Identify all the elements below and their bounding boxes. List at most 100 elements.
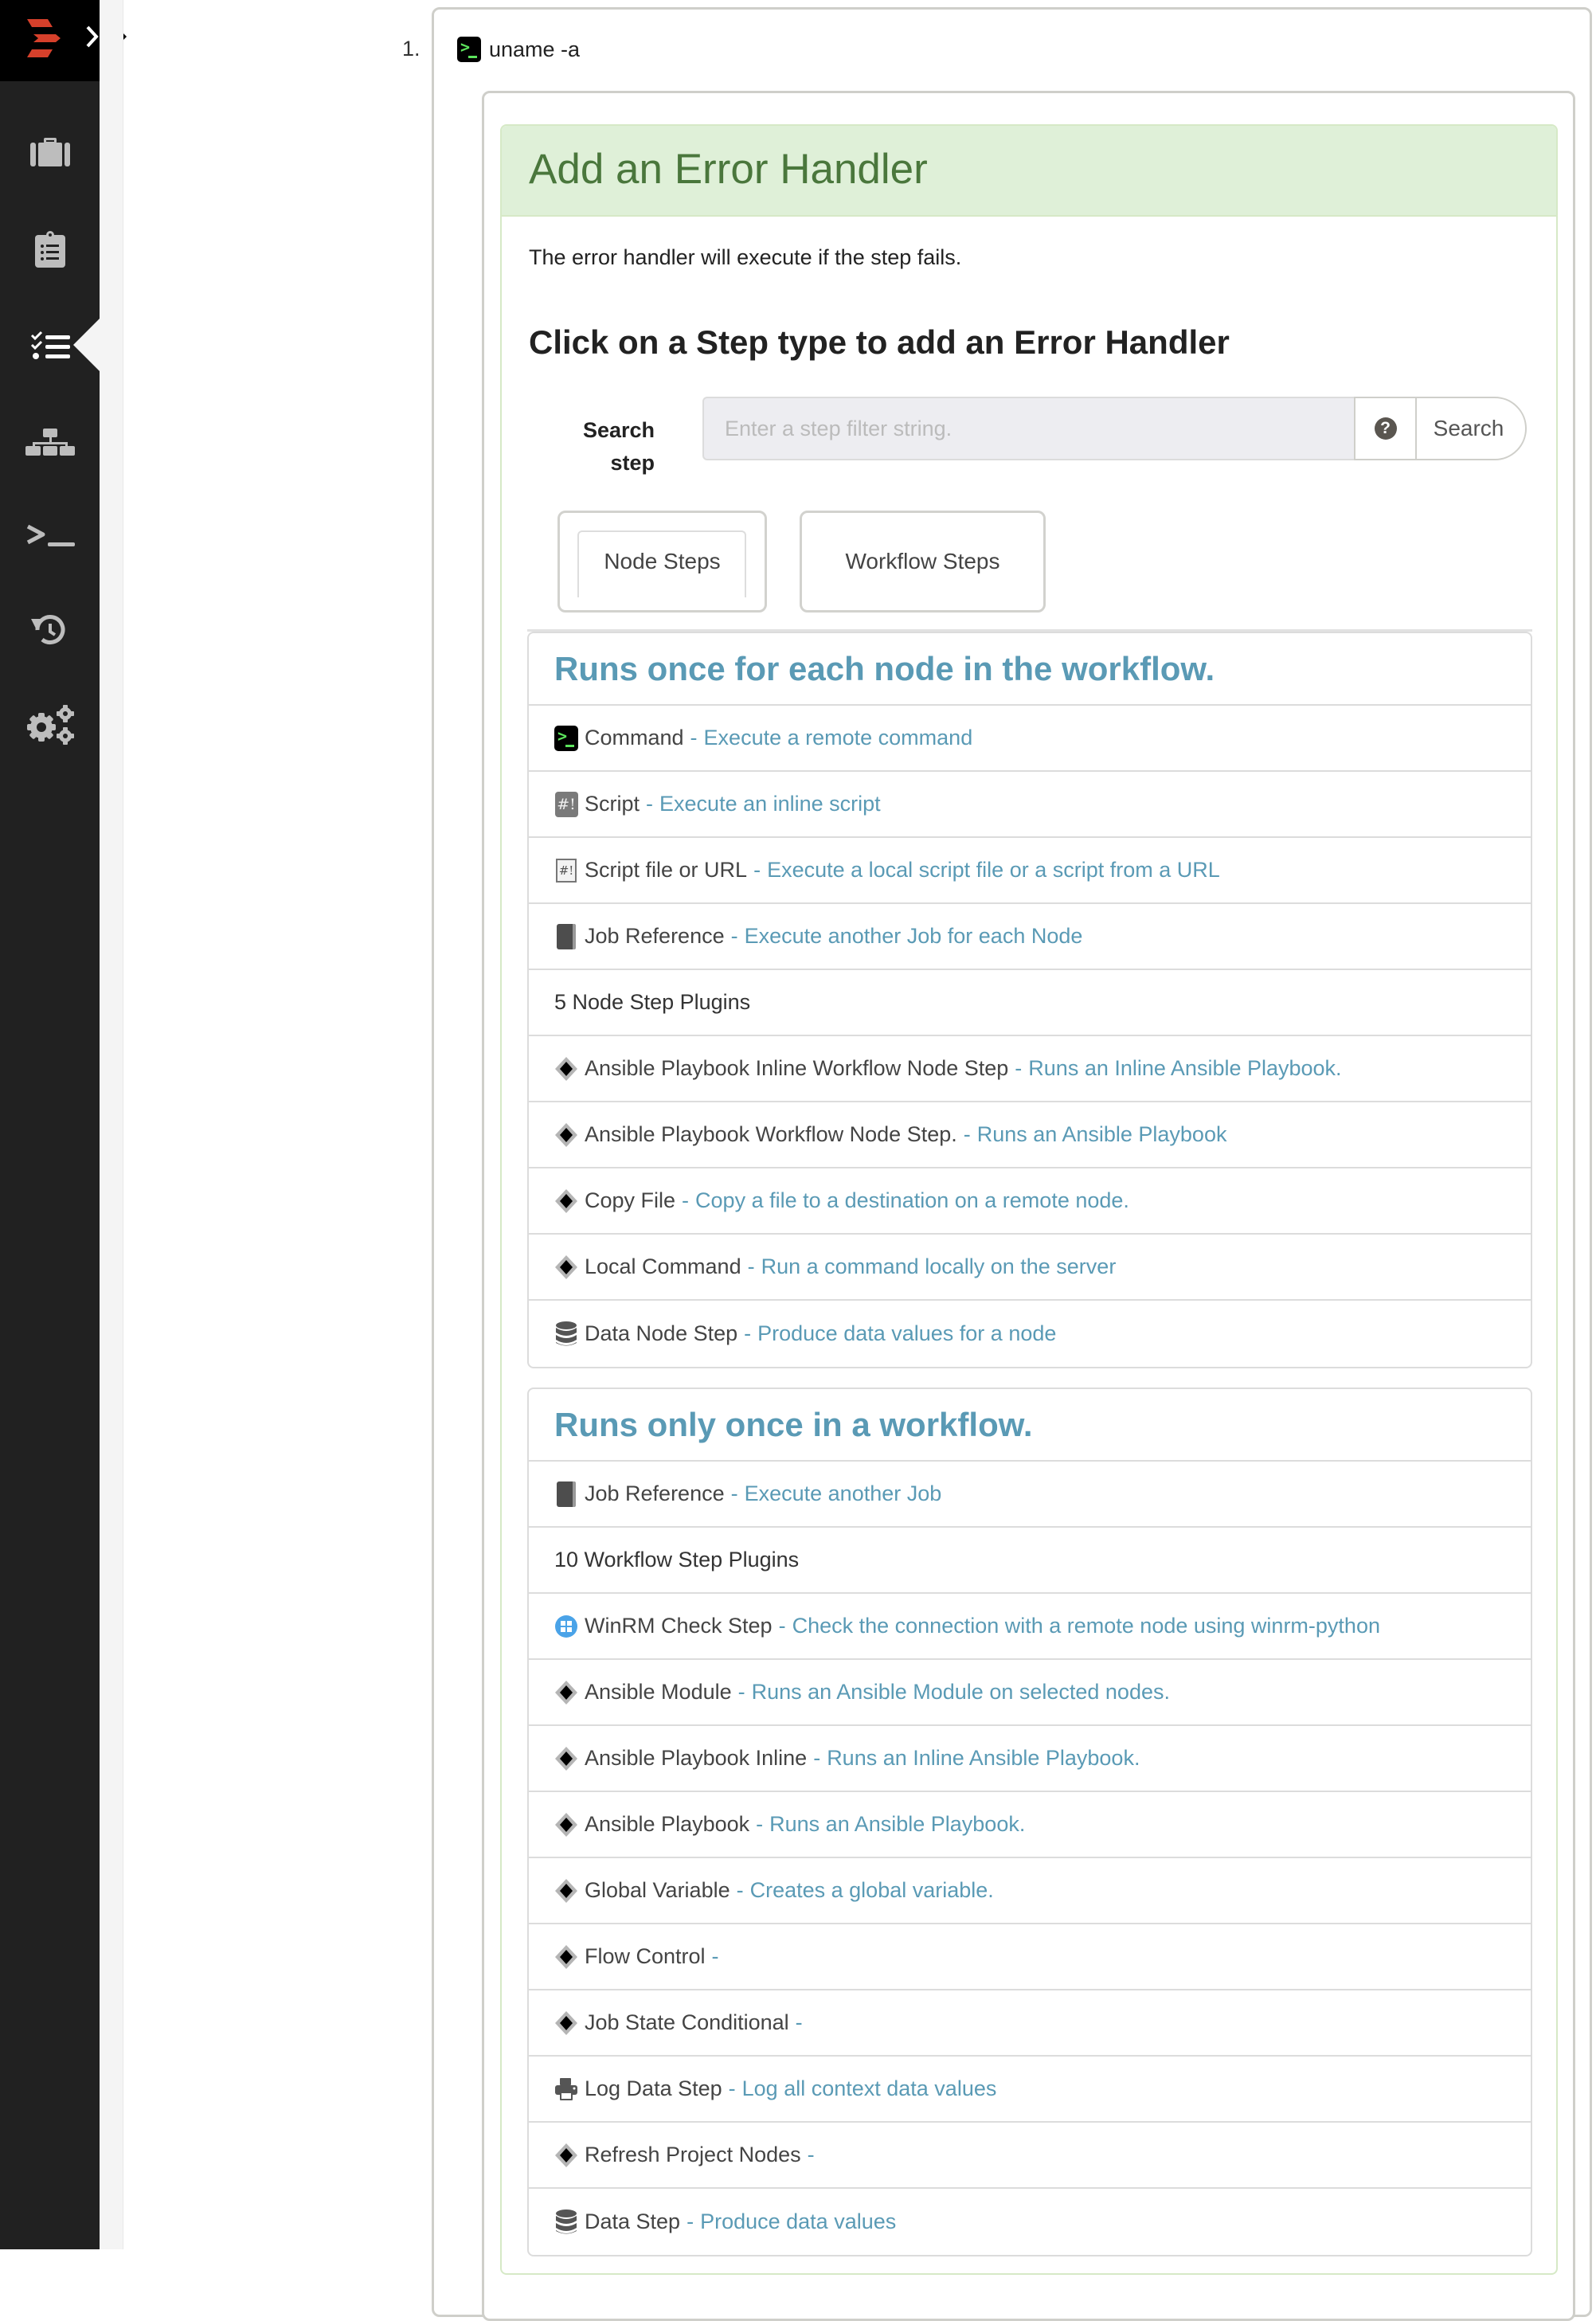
step-type-item[interactable]: Ansible Playbook Workflow Node Step. - Run… (529, 1102, 1531, 1168)
step-type-name: Ansible Playbook Inline Workflow Node St… (585, 1056, 1009, 1080)
plugin-diamond-icon (554, 1122, 578, 1148)
step-type-item[interactable]: Ansible Playbook Inline Workflow Node St… (529, 1036, 1531, 1102)
sidebar-item-settings[interactable] (0, 685, 100, 765)
step-type-item[interactable]: WinRM Check Step - Check the connection wi… (529, 1594, 1531, 1660)
plugin-diamond-icon (554, 1056, 578, 1082)
separator: - (963, 1122, 971, 1146)
tab-label: Node Steps (604, 549, 721, 573)
step-type-item[interactable]: Ansible Module - Runs an Ansible Module on… (529, 1660, 1531, 1726)
search-button[interactable]: Search (1415, 397, 1527, 460)
step-type-description: Execute an inline script (659, 792, 881, 816)
separator: - (730, 1481, 738, 1505)
step-type-item[interactable]: #! Script - Execute an inline script (529, 772, 1531, 838)
tab-label: Workflow Steps (845, 549, 1000, 573)
step-type-item[interactable]: Data Step - Produce data values (529, 2189, 1531, 2255)
separator: - (728, 2076, 736, 2100)
script-icon: #! (554, 791, 578, 817)
plugin-diamond-icon (554, 1254, 578, 1280)
step-type-item[interactable]: Job Reference - Execute another Job for ea… (529, 904, 1531, 970)
separator: - (778, 1614, 786, 1638)
sitemap-icon (25, 429, 75, 456)
step-type-item[interactable]: Refresh Project Nodes - (529, 2123, 1531, 2189)
step-command: uname -a (489, 37, 581, 61)
step-type-name: Global Variable (585, 1878, 730, 1902)
sidebar-item-activity[interactable] (0, 209, 100, 289)
clipboard-list-icon (34, 231, 65, 268)
step-type-name: WinRM Check Step (585, 1614, 773, 1638)
step-type-item[interactable]: Global Variable - Creates a global variabl… (529, 1858, 1531, 1924)
step-type-name: Job Reference (585, 1481, 725, 1505)
chevron-right-icon (86, 25, 99, 48)
step-type-name: Flow Control (585, 1944, 706, 1968)
sidebar-item-commands[interactable] (0, 496, 100, 576)
tab-workflow-steps[interactable]: Workflow Steps (800, 511, 1046, 613)
step-type-name: Local Command (585, 1254, 741, 1278)
terminal-icon: > (554, 725, 578, 751)
gears-icon (26, 705, 74, 745)
step-type-description: Execute another Job for each Node (744, 924, 1083, 948)
tasks-checklist-icon (30, 331, 70, 359)
plugin-diamond-icon (554, 1944, 578, 1970)
workflow-steps-panel: Runs only once in a workflow. Job Refere… (527, 1388, 1532, 2256)
question-circle-icon: ? (1374, 417, 1397, 440)
step-type-name: Data Node Step (585, 1321, 738, 1345)
content-gutter (100, 0, 123, 2249)
print-icon (554, 2076, 578, 2102)
panel-heading: Runs only once in a workflow. (529, 1389, 1531, 1462)
step-type-name: Refresh Project Nodes (585, 2143, 801, 2166)
sidebar-item-history[interactable] (0, 590, 100, 670)
section-heading: Click on a Step type to add an Error Han… (529, 323, 1230, 361)
step-type-name: 5 Node Step Plugins (554, 990, 751, 1014)
step-type-name: Ansible Module (585, 1680, 732, 1704)
step-type-item[interactable]: Job Reference - Execute another Job (529, 1462, 1531, 1528)
tab-node-steps[interactable]: Node Steps (557, 511, 767, 613)
workflow-step-title[interactable]: > uname -a (457, 37, 580, 62)
sidebar-item-jobs[interactable] (0, 114, 100, 194)
briefcase-icon (29, 138, 70, 166)
node-steps-heading: Runs once for each node in the workflow. (554, 649, 1215, 687)
step-type-name: Job Reference (585, 924, 725, 948)
step-type-name: Script (585, 792, 640, 816)
plugin-diamond-icon (554, 1812, 578, 1838)
sidebar (0, 0, 127, 2249)
step-type-item[interactable]: Job State Conditional - (529, 1990, 1531, 2057)
separator: - (813, 1746, 821, 1770)
step-type-name: Job State Conditional (585, 2010, 789, 2034)
separator: - (744, 1321, 752, 1345)
step-type-name: Data Step (585, 2209, 681, 2233)
panel-header: Add an Error Handler (502, 126, 1556, 217)
step-type-item[interactable]: Copy File - Copy a file to a destination o… (529, 1168, 1531, 1235)
sidebar-item-nodes[interactable] (0, 402, 100, 482)
step-type-item[interactable]: Ansible Playbook - Runs an Ansible Playboo… (529, 1792, 1531, 1858)
script-file-icon: #! (554, 858, 578, 883)
panel-heading: Runs once for each node in the workflow. (529, 633, 1531, 706)
step-type-item[interactable]: Flow Control - (529, 1924, 1531, 1990)
separator: - (737, 1680, 745, 1704)
step-type-name: 10 Workflow Step Plugins (554, 1548, 800, 1571)
step-type-item[interactable]: Data Node Step - Produce data values for a… (529, 1301, 1531, 1367)
search-help-button[interactable]: ? (1354, 397, 1417, 460)
step-type-description: Execute a remote command (703, 726, 973, 750)
step-type-item[interactable]: #! Script file or URL - Execute a local scr… (529, 838, 1531, 904)
step-type-item[interactable]: Ansible Playbook Inline - Runs an Inline A… (529, 1726, 1531, 1792)
plugin-diamond-icon (554, 1746, 578, 1771)
separator: - (711, 1944, 719, 1968)
logo-block[interactable] (0, 0, 100, 81)
step-type-description: Check the connection with a remote node … (792, 1614, 1380, 1638)
step-type-description: Runs an Ansible Playbook (976, 1122, 1227, 1146)
windows-icon (554, 1614, 578, 1639)
plugin-diamond-icon (554, 1878, 578, 1904)
step-type-name: Command (585, 726, 684, 750)
separator: - (756, 1812, 764, 1836)
step-type-item[interactable]: Log Data Step - Log all context data value… (529, 2057, 1531, 2123)
step-type-description: Runs an Ansible Playbook. (769, 1812, 1026, 1836)
step-type-description: Runs an Inline Ansible Playbook. (827, 1746, 1140, 1770)
step-type-name: Log Data Step (585, 2076, 722, 2100)
separator: - (807, 2143, 815, 2166)
step-type-name: Copy File (585, 1188, 676, 1212)
separator: - (687, 2209, 694, 2233)
step-type-name: Ansible Playbook Workflow Node Step. (585, 1122, 957, 1146)
step-type-item[interactable]: Local Command - Run a command locally on t… (529, 1235, 1531, 1301)
step-filter-input[interactable] (702, 397, 1354, 460)
step-type-item[interactable]: > Command - Execute a remote command (529, 706, 1531, 772)
